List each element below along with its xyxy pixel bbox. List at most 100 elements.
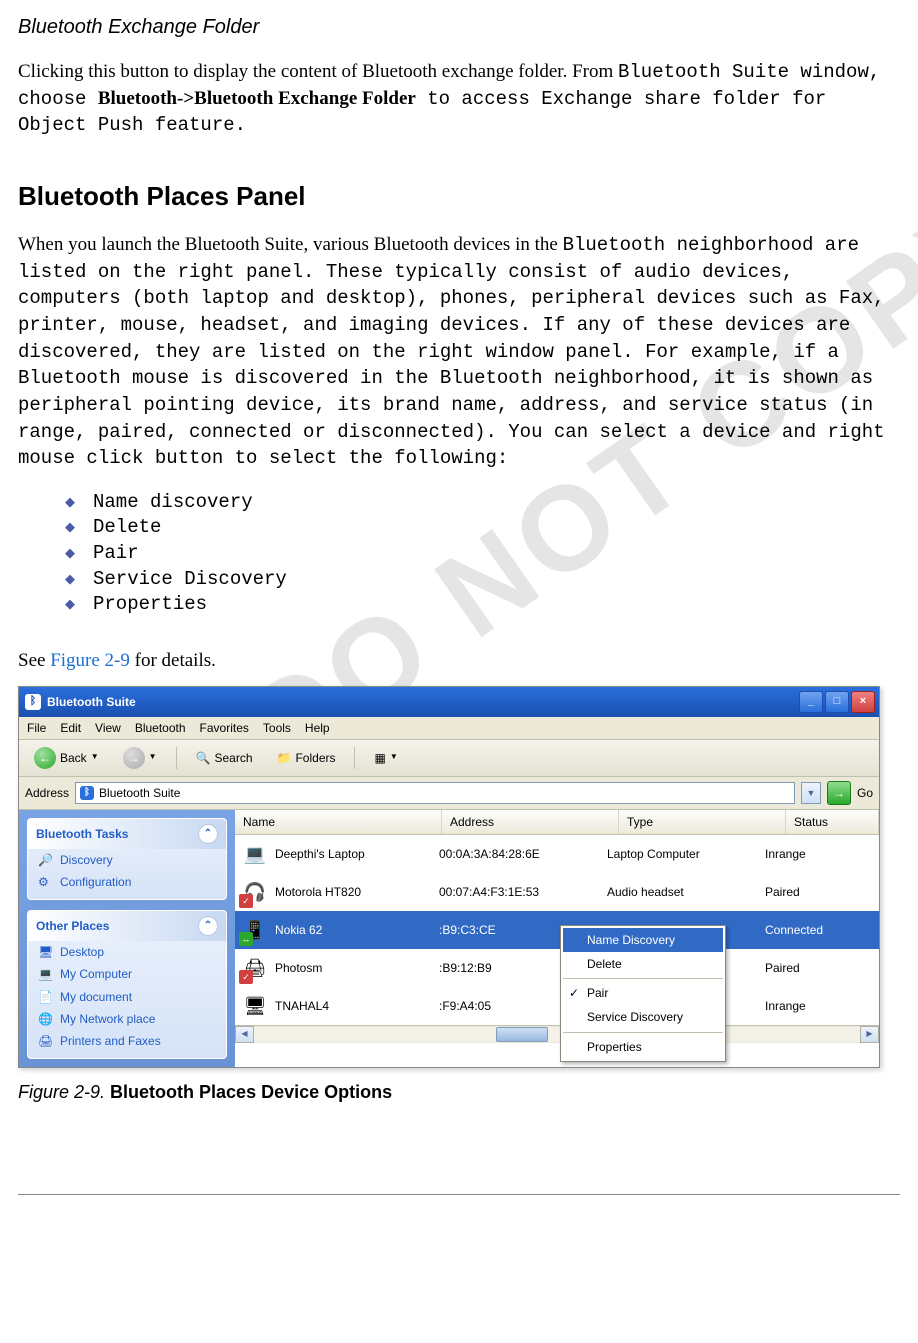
device-status: Inrange bbox=[757, 846, 879, 862]
sidebar-item-desktop[interactable]: 🖥Desktop bbox=[28, 941, 226, 963]
panel-title: Bluetooth Tasks bbox=[36, 826, 128, 842]
col-header-type[interactable]: Type bbox=[619, 810, 786, 834]
sidebar-item-label: Discovery bbox=[60, 852, 113, 868]
separator bbox=[176, 747, 177, 769]
menu-view[interactable]: View bbox=[95, 720, 121, 736]
scroll-left-button[interactable]: ◀ bbox=[235, 1026, 254, 1043]
sidebar-item-label: My Computer bbox=[60, 966, 132, 982]
back-button[interactable]: ← Back ▼ bbox=[25, 743, 108, 773]
context-menu-service-discovery[interactable]: Service Discovery bbox=[563, 1005, 723, 1029]
address-field[interactable]: ᛒ Bluetooth Suite bbox=[75, 782, 795, 804]
section-title: Bluetooth Exchange Folder bbox=[18, 14, 900, 41]
horizontal-scrollbar[interactable]: ◀ ▶ bbox=[235, 1025, 879, 1043]
context-options-list: Name discovery Delete Pair Service Disco… bbox=[18, 490, 900, 618]
device-name: Nokia 62 bbox=[275, 922, 322, 938]
forward-button[interactable]: → ▼ bbox=[114, 743, 166, 773]
col-header-name[interactable]: Name bbox=[235, 810, 442, 834]
device-list-pane: Name Address Type Status 💻Deepthi's Lapt… bbox=[235, 810, 879, 1067]
figure-caption: Figure 2-9. Bluetooth Places Device Opti… bbox=[18, 1080, 900, 1104]
menu-edit[interactable]: Edit bbox=[60, 720, 81, 736]
menu-bluetooth[interactable]: Bluetooth bbox=[135, 720, 186, 736]
text: When you launch the Bluetooth Suite, var… bbox=[18, 234, 563, 255]
laptop-icon: 💻 bbox=[241, 840, 269, 868]
folders-button[interactable]: 📁 Folders bbox=[268, 746, 345, 770]
discovery-icon: 🔎 bbox=[38, 852, 54, 868]
separator bbox=[354, 747, 355, 769]
menu-favorites[interactable]: Favorites bbox=[200, 720, 249, 736]
figure-title: Bluetooth Places Device Options bbox=[110, 1082, 392, 1102]
device-status: Inrange bbox=[757, 998, 879, 1014]
sidebar-item-my-network-place[interactable]: 🌐My Network place bbox=[28, 1008, 226, 1030]
device-row-selected[interactable]: 📱↔Nokia 62 :B9:C3:CE Cellular phone Conn… bbox=[235, 911, 879, 949]
sidebar-item-label: My Network place bbox=[60, 1011, 155, 1027]
folders-label: Folders bbox=[295, 750, 335, 766]
minimize-button[interactable]: _ bbox=[799, 691, 823, 713]
context-menu-name-discovery[interactable]: Name Discovery bbox=[563, 928, 723, 952]
address-bar: Address ᛒ Bluetooth Suite ▼ → Go bbox=[19, 777, 879, 810]
sidebar-item-my-computer[interactable]: 💻 My Computer bbox=[28, 963, 226, 985]
list-item: Name discovery bbox=[93, 490, 900, 516]
text: Clicking this button to display the cont… bbox=[18, 61, 618, 82]
bluetooth-icon: ᛒ bbox=[80, 786, 94, 800]
sidebar-item-printers-faxes[interactable]: 🖨Printers and Faxes bbox=[28, 1030, 226, 1052]
menu-separator bbox=[563, 978, 723, 979]
device-row[interactable]: 🎧✓Motorola HT820 00:07:A4:F3:1E:53 Audio… bbox=[235, 873, 879, 911]
device-row[interactable]: 🖨✓Photosm :B9:12:B9 Image printer Paired bbox=[235, 949, 879, 987]
col-header-address[interactable]: Address bbox=[442, 810, 619, 834]
col-header-status[interactable]: Status bbox=[786, 810, 879, 834]
maximize-button[interactable]: □ bbox=[825, 691, 849, 713]
phone-icon: 📱↔ bbox=[241, 916, 269, 944]
address-label: Address bbox=[25, 785, 69, 801]
device-status: Connected bbox=[757, 922, 879, 938]
list-item: Pair bbox=[93, 541, 900, 567]
computer-icon: 💻 bbox=[38, 966, 54, 982]
sidebar-item-discovery[interactable]: 🔎 Discovery bbox=[28, 849, 226, 871]
context-menu-properties[interactable]: Properties bbox=[563, 1035, 723, 1059]
device-address: 00:07:A4:F3:1E:53 bbox=[431, 884, 599, 900]
sidebar-panel-bluetooth-tasks: Bluetooth Tasks ⌃ 🔎 Discovery ⚙ Configur… bbox=[27, 818, 227, 900]
scroll-thumb[interactable] bbox=[496, 1027, 548, 1042]
context-menu-pair[interactable]: Pair bbox=[563, 981, 723, 1005]
sidebar: Bluetooth Tasks ⌃ 🔎 Discovery ⚙ Configur… bbox=[19, 810, 235, 1067]
text-mono: Bluetooth neighborhood are listed on the… bbox=[18, 234, 885, 469]
sidebar-item-label: Desktop bbox=[60, 944, 104, 960]
collapse-icon[interactable]: ⌃ bbox=[198, 824, 218, 844]
menu-tools[interactable]: Tools bbox=[263, 720, 291, 736]
heading-bluetooth-places-panel: Bluetooth Places Panel bbox=[18, 179, 900, 214]
menu-separator bbox=[563, 1032, 723, 1033]
views-icon: ▦ bbox=[374, 750, 385, 766]
desktop-icon: 🖥 bbox=[241, 992, 269, 1020]
views-button[interactable]: ▦ ▼ bbox=[365, 746, 406, 770]
address-value: Bluetooth Suite bbox=[99, 785, 180, 801]
sidebar-item-label: Configuration bbox=[60, 874, 131, 890]
device-row[interactable]: 💻Deepthi's Laptop 00:0A:3A:84:28:6E Lapt… bbox=[235, 835, 879, 873]
folders-icon: 📁 bbox=[277, 750, 292, 766]
dropdown-icon: ▼ bbox=[91, 752, 99, 763]
search-button[interactable]: 🔍 Search bbox=[187, 746, 262, 770]
menu-file[interactable]: File bbox=[27, 720, 46, 736]
close-button[interactable]: × bbox=[851, 691, 875, 713]
device-type: Laptop Computer bbox=[599, 846, 757, 862]
window-titlebar: ᛒ Bluetooth Suite _ □ × bbox=[19, 687, 879, 717]
figure-reference-link[interactable]: Figure 2-9 bbox=[50, 650, 130, 671]
paired-badge-icon: ✓ bbox=[239, 894, 253, 908]
go-label: Go bbox=[857, 785, 873, 801]
sidebar-item-my-document[interactable]: 📄My document bbox=[28, 986, 226, 1008]
go-button[interactable]: → bbox=[827, 781, 851, 805]
list-item: Delete bbox=[93, 515, 900, 541]
sidebar-item-label: My document bbox=[60, 989, 132, 1005]
device-row[interactable]: 🖥TNAHAL4 :F9:A4:05 Desktop Computer Inra… bbox=[235, 987, 879, 1025]
collapse-icon[interactable]: ⌃ bbox=[198, 916, 218, 936]
menubar: File Edit View Bluetooth Favorites Tools… bbox=[19, 717, 879, 740]
context-menu-delete[interactable]: Delete bbox=[563, 952, 723, 976]
address-dropdown-button[interactable]: ▼ bbox=[801, 782, 821, 804]
scroll-right-button[interactable]: ▶ bbox=[860, 1026, 879, 1043]
paragraph-exchange-folder: Clicking this button to display the cont… bbox=[18, 59, 900, 139]
device-status: Paired bbox=[757, 884, 879, 900]
menu-help[interactable]: Help bbox=[305, 720, 330, 736]
back-arrow-icon: ← bbox=[34, 747, 56, 769]
sidebar-item-configuration[interactable]: ⚙ Configuration bbox=[28, 871, 226, 893]
context-menu: Name Discovery Delete Pair Service Disco… bbox=[560, 925, 726, 1062]
panel-title: Other Places bbox=[36, 918, 109, 934]
scroll-track[interactable] bbox=[254, 1027, 860, 1042]
